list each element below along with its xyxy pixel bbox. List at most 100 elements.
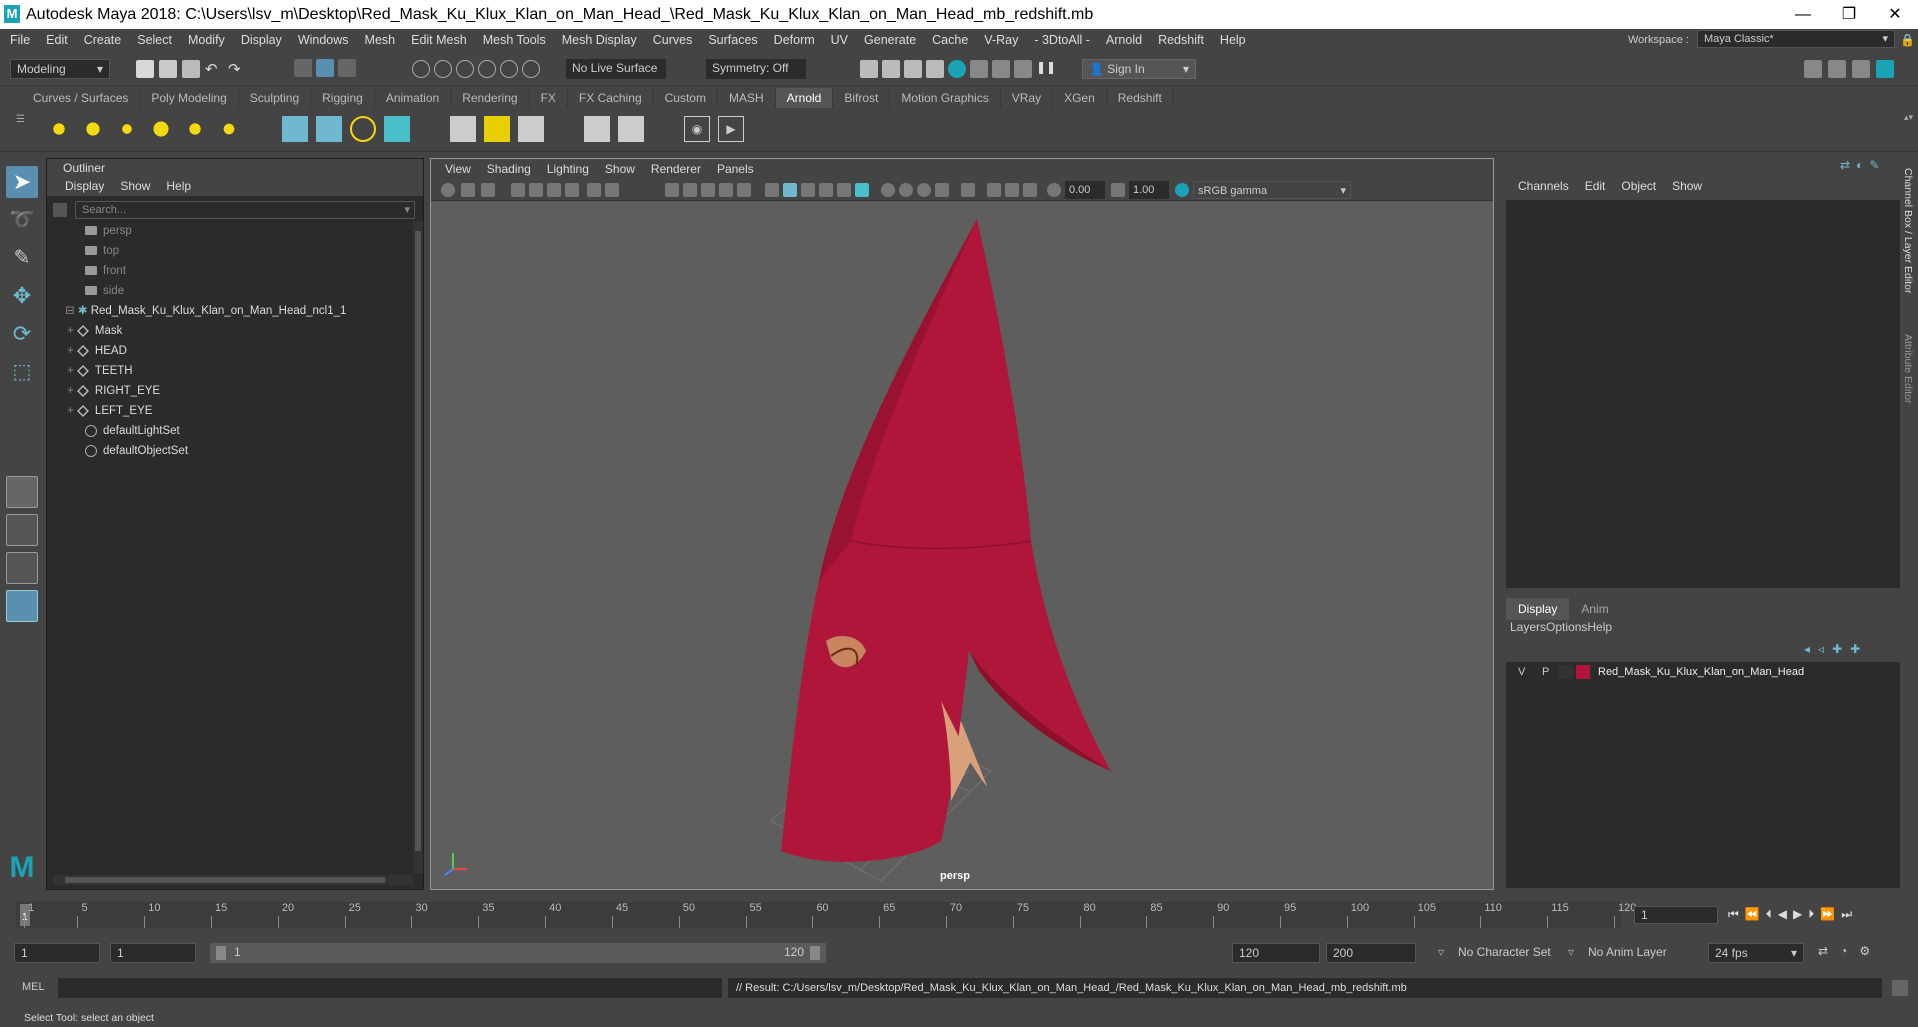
go-to-end-icon[interactable]: ⏭ xyxy=(1841,907,1852,922)
select-by-hierarchy-icon[interactable] xyxy=(294,59,312,77)
outliner-camera-persp[interactable]: persp xyxy=(47,221,132,241)
menu-arnold[interactable]: Arnold xyxy=(1098,33,1150,47)
viewport-panel[interactable]: View Shading Lighting Show Renderer Panels 0.… xyxy=(430,158,1494,890)
playback-end-field[interactable]: 120 xyxy=(1232,943,1320,963)
volume-icon[interactable] xyxy=(384,116,410,142)
wireframe-on-shaded-icon[interactable] xyxy=(801,183,815,197)
menu-modify[interactable]: Modify xyxy=(180,33,233,47)
select-camera-icon[interactable] xyxy=(441,183,455,197)
new-layer-selected-icon[interactable]: ✚ xyxy=(1850,642,1860,656)
menu-curves[interactable]: Curves xyxy=(645,33,701,47)
anim-layer-key-icon[interactable]: ▿ xyxy=(1568,945,1574,959)
flush-cache-icon[interactable] xyxy=(518,116,544,142)
shelf-tab-animation[interactable]: Animation xyxy=(375,88,452,108)
outliner-set-defaultlightset[interactable]: defaultLightSet xyxy=(47,421,180,441)
character-set-key-icon[interactable]: ▿ xyxy=(1438,945,1444,959)
layer-menu-layers[interactable]: Layers xyxy=(1510,620,1546,640)
shelf-tab-motion-graphics[interactable]: Motion Graphics xyxy=(890,88,1001,108)
make-live-icon[interactable] xyxy=(500,60,518,78)
step-back-key-icon[interactable]: ⏪ xyxy=(1745,907,1760,922)
viewport-menu-view[interactable]: View xyxy=(437,159,479,179)
expand-icon[interactable]: + xyxy=(67,325,77,337)
redo-icon[interactable]: ↷ xyxy=(228,60,246,78)
scale-tool-icon[interactable]: ⬚ xyxy=(6,356,38,388)
grid-toggle-icon[interactable] xyxy=(587,183,601,197)
channel-box-icon[interactable] xyxy=(1876,60,1894,78)
xray-icon[interactable] xyxy=(987,183,1001,197)
safe-title-icon[interactable] xyxy=(737,183,751,197)
channel-menu-edit[interactable]: Edit xyxy=(1577,176,1614,196)
render-settings-icon[interactable] xyxy=(926,60,944,78)
outliner-set-defaultobjectset[interactable]: defaultObjectSet xyxy=(47,441,188,461)
shelf-tab-arnold[interactable]: Arnold xyxy=(775,88,834,108)
rs-render-view-icon[interactable] xyxy=(970,60,988,78)
color-space-select[interactable]: sRGB gamma ▾ xyxy=(1193,181,1351,199)
mesh-light-icon[interactable] xyxy=(80,116,106,142)
time-slider[interactable]: 1 15101520253035404550556065707580859095… xyxy=(0,898,1918,934)
time-slider-track[interactable]: 1 15101520253035404550556065707580859095… xyxy=(16,902,1636,928)
outliner-layout-icon[interactable] xyxy=(6,590,38,622)
hypershade-icon[interactable] xyxy=(948,60,966,78)
shelf-tab-rigging[interactable]: Rigging xyxy=(311,88,375,108)
loop-icon[interactable]: ⇄ xyxy=(1818,944,1828,958)
safe-action-icon[interactable] xyxy=(719,183,733,197)
tool-settings-icon[interactable] xyxy=(1852,60,1870,78)
single-perspective-layout-icon[interactable] xyxy=(6,476,38,508)
lasso-tool-icon[interactable]: ➰ xyxy=(6,204,38,236)
outliner-menu-display[interactable]: Display xyxy=(57,177,112,196)
collapse-icon[interactable]: ⊟ xyxy=(65,305,78,317)
camera-bookmark-icon[interactable] xyxy=(565,183,579,197)
resolution-gate-icon[interactable] xyxy=(665,183,679,197)
four-view-layout-icon[interactable] xyxy=(6,514,38,546)
menu-cache[interactable]: Cache xyxy=(924,33,976,47)
playback-start-field[interactable]: 1 xyxy=(110,943,196,963)
expand-icon[interactable]: + xyxy=(67,405,77,417)
outliner-mesh-teeth[interactable]: + TEETH xyxy=(47,361,133,381)
outliner-mesh-right-eye[interactable]: + RIGHT_EYE xyxy=(47,381,160,401)
outliner-search-input[interactable]: Search... ▾ xyxy=(75,201,415,219)
step-back-frame-icon[interactable]: ⏴ xyxy=(1766,907,1772,922)
script-language-label[interactable]: MEL xyxy=(22,981,45,993)
ambient-occlusion-icon[interactable] xyxy=(881,183,895,197)
outliner-menu-show[interactable]: Show xyxy=(112,177,158,196)
klan-mask-model[interactable] xyxy=(781,219,1111,862)
shelf-tab-mash[interactable]: MASH xyxy=(718,88,776,108)
close-button[interactable]: ✕ xyxy=(1872,0,1918,29)
textured-icon[interactable] xyxy=(819,183,833,197)
tool-settings-toggle-icon[interactable]: ✎ xyxy=(1869,158,1879,172)
snap-grid-icon[interactable] xyxy=(412,60,430,78)
play-forward-icon[interactable]: ▶ xyxy=(1793,907,1802,922)
viewport-menu-show[interactable]: Show xyxy=(597,159,643,179)
channel-menu-object[interactable]: Object xyxy=(1613,176,1664,196)
outliner-camera-front[interactable]: front xyxy=(47,261,126,281)
menu-surfaces[interactable]: Surfaces xyxy=(700,33,765,47)
restore-button[interactable]: ❐ xyxy=(1826,0,1872,29)
shelf-tab-fx-caching[interactable]: FX Caching xyxy=(568,88,654,108)
character-set-field[interactable]: No Character Set xyxy=(1452,943,1562,963)
attribute-editor-side-tab[interactable]: Attribute Editor xyxy=(1902,334,1914,403)
exposure-icon[interactable] xyxy=(1047,183,1061,197)
viewport-scene[interactable] xyxy=(431,201,1493,889)
new-scene-icon[interactable] xyxy=(136,60,154,78)
flush-textures-icon[interactable] xyxy=(484,116,510,142)
standin-icon[interactable] xyxy=(282,116,308,142)
xray-active-icon[interactable] xyxy=(1005,183,1019,197)
play-backward-icon[interactable]: ◀ xyxy=(1778,907,1787,922)
anim-layer-field[interactable]: No Anim Layer xyxy=(1582,943,1692,963)
menu-v-ray[interactable]: V-Ray xyxy=(976,33,1026,47)
shelf-tab-curves-surfaces[interactable]: Curves / Surfaces xyxy=(22,88,141,108)
film-gate-icon[interactable] xyxy=(605,183,619,197)
mode-select[interactable]: Modeling ▾ xyxy=(10,59,110,79)
xray-joints-icon[interactable] xyxy=(1023,183,1037,197)
snap-view-plane-icon[interactable] xyxy=(478,60,496,78)
layer-tab-display[interactable]: Display xyxy=(1506,598,1570,620)
auto-key-icon[interactable]: ◔ xyxy=(1840,944,1847,958)
visibility-eye-icon[interactable]: ◉ xyxy=(684,116,710,142)
render-view-shelf-icon[interactable] xyxy=(450,116,476,142)
rs-ipr-icon[interactable] xyxy=(992,60,1010,78)
select-by-component-icon[interactable] xyxy=(338,59,356,77)
shelf-scroll-icon[interactable]: ▴▾ xyxy=(1904,112,1913,123)
modeling-toolkit-icon[interactable] xyxy=(1804,60,1822,78)
use-all-lights-icon[interactable] xyxy=(837,183,851,197)
expand-icon[interactable]: + xyxy=(67,385,77,397)
